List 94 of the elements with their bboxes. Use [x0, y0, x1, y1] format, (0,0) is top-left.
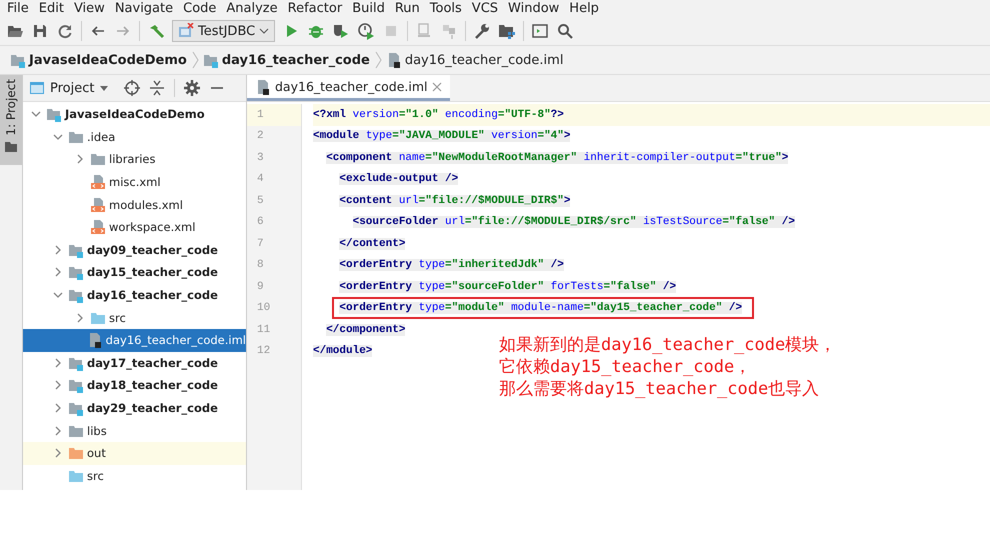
- chevron-right-icon[interactable]: [75, 154, 85, 164]
- tree-item[interactable]: src: [23, 306, 246, 329]
- settings-icon[interactable]: [184, 80, 200, 96]
- tree-item[interactable]: workspace.xml: [23, 216, 246, 239]
- tree-item[interactable]: day16_teacher_code: [23, 284, 246, 306]
- line-number: 8: [257, 259, 264, 272]
- menu-item[interactable]: Code: [178, 0, 222, 17]
- breadcrumb-item[interactable]: day16_teacher_code.iml: [386, 52, 564, 68]
- xml-file-icon: [90, 219, 106, 236]
- crosshair-icon[interactable]: [124, 80, 140, 96]
- tree-item[interactable]: JavaseIdeaCodeDemo: [23, 103, 246, 126]
- line-number: 9: [257, 280, 264, 293]
- sync-icon[interactable]: [56, 22, 74, 40]
- tree-item[interactable]: modules.xml: [23, 193, 246, 216]
- chevron-down-icon[interactable]: [31, 109, 41, 120]
- chevron-down-icon[interactable]: [53, 132, 63, 142]
- chevron-down-icon: [259, 26, 270, 36]
- tree-item[interactable]: day16_teacher_code.iml: [23, 328, 246, 352]
- folder-icon: [90, 151, 106, 168]
- chevron-right-icon[interactable]: [53, 267, 63, 278]
- menu-item[interactable]: File: [2, 0, 34, 17]
- menu-item[interactable]: Window: [503, 0, 564, 17]
- run-configuration-icon: [178, 23, 194, 39]
- chevron-right-icon[interactable]: [75, 312, 85, 323]
- chevron-right-icon[interactable]: [53, 244, 63, 255]
- menu-item[interactable]: Analyze: [221, 0, 283, 17]
- menu-item[interactable]: Edit: [34, 0, 69, 17]
- search-icon[interactable]: [556, 22, 574, 40]
- save-icon[interactable]: [31, 22, 49, 40]
- chevron-right-icon[interactable]: [53, 380, 63, 390]
- output-folder-icon: [68, 445, 84, 462]
- project-view-icon: [29, 80, 45, 96]
- tree-item[interactable]: src: [23, 464, 246, 488]
- chevron-right-icon[interactable]: [53, 403, 63, 414]
- menu-item[interactable]: Tools: [424, 0, 467, 17]
- line-number: 3: [257, 152, 264, 164]
- menu-item[interactable]: VCS: [466, 0, 504, 17]
- caret-down-icon: [99, 83, 110, 93]
- tree-item[interactable]: day18_teacher_code: [23, 374, 246, 397]
- tree-item[interactable]: libraries: [23, 148, 246, 171]
- line-number: 1: [257, 108, 264, 121]
- wrench-icon[interactable]: [473, 22, 492, 40]
- tree-item[interactable]: .idea: [23, 126, 246, 148]
- tree-item[interactable]: misc.xml: [23, 170, 246, 194]
- module-folder-icon: [68, 377, 84, 394]
- shield-run-icon[interactable]: [332, 22, 350, 40]
- editor-tab[interactable]: day16_teacher_code.iml: [247, 75, 450, 101]
- menu-item[interactable]: View: [68, 0, 110, 17]
- folder-icon: [4, 140, 18, 154]
- xml-file-icon: [90, 196, 106, 213]
- project-structure-icon[interactable]: [498, 22, 516, 40]
- run-configuration-dropdown[interactable]: TestJDBC: [172, 20, 276, 42]
- breadcrumb-item[interactable]: JavaseIdeaCodeDemo: [10, 52, 187, 68]
- terminal-icon[interactable]: [531, 22, 550, 40]
- project-tool-window-tab[interactable]: 1: Project: [0, 75, 22, 165]
- tree-item[interactable]: libs: [23, 419, 246, 442]
- breadcrumb-separator-icon: [190, 51, 199, 69]
- chevron-right-icon[interactable]: [53, 448, 63, 458]
- breadcrumb-separator-icon: [374, 51, 382, 69]
- line-number: 10: [257, 302, 270, 314]
- module-folder-icon: [68, 287, 84, 304]
- annotation-text: 如果新到的是day16_teacher_code模块， 它依赖day15_teacher_code， 那么需要将day15_teacher_code也导入: [499, 334, 836, 400]
- chevron-down-icon[interactable]: [53, 290, 63, 300]
- line-number: 6: [257, 216, 264, 228]
- tree-item[interactable]: out: [23, 442, 246, 464]
- menu-item[interactable]: Navigate: [110, 0, 178, 17]
- menu-item[interactable]: Build: [347, 0, 390, 17]
- tree-item[interactable]: day15_teacher_code: [23, 261, 246, 284]
- line-number: 12: [257, 345, 270, 358]
- line-number: 2: [257, 130, 264, 142]
- tree-item[interactable]: day17_teacher_code: [23, 352, 246, 374]
- menu-item[interactable]: Help: [564, 0, 604, 17]
- tree-item[interactable]: day09_teacher_code: [23, 238, 246, 262]
- menu-item[interactable]: Run: [390, 0, 425, 17]
- close-icon[interactable]: [432, 82, 442, 92]
- collapse-all-icon[interactable]: [149, 80, 166, 96]
- gauge-run-icon[interactable]: [357, 22, 376, 40]
- tree-item[interactable]: day29_teacher_code: [23, 396, 246, 420]
- module-folder-icon: [46, 106, 62, 122]
- module-folder-icon: [202, 52, 219, 68]
- breadcrumb-item[interactable]: day16_teacher_code: [202, 52, 370, 68]
- chevron-right-icon[interactable]: [53, 358, 63, 368]
- module-folder-icon: [68, 264, 84, 280]
- module-folder-icon: [10, 52, 26, 68]
- chevron-right-icon[interactable]: [53, 426, 63, 436]
- code-line: <?xml version="1.0" encoding="UTF-8"?>: [313, 108, 564, 121]
- line-number: 4: [257, 173, 264, 186]
- line-number: 5: [257, 194, 264, 207]
- module-folder-icon: [68, 400, 84, 416]
- line-number: 7: [257, 238, 264, 250]
- xml-file-icon: [90, 174, 106, 190]
- menu-item[interactable]: Refactor: [282, 0, 348, 17]
- line-number: 11: [257, 324, 270, 336]
- module-file-icon: [255, 78, 271, 94]
